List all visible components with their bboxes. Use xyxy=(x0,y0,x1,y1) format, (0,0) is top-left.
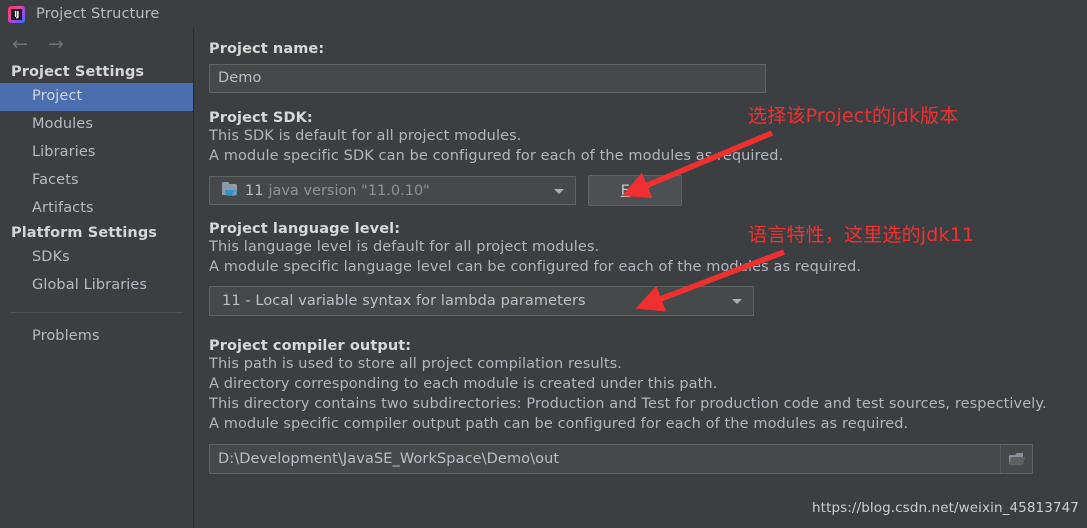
navigation-buttons: ← → xyxy=(0,28,193,62)
watermark-url: https://blog.csdn.net/weixin_45813747 xyxy=(812,500,1079,516)
sidebar-item-modules[interactable]: Modules xyxy=(0,111,193,139)
sidebar-item-artifacts[interactable]: Artifacts xyxy=(0,195,193,223)
back-arrow-icon[interactable]: ← xyxy=(9,34,31,56)
compiler-output-description-line-4: A module specific compiler output path c… xyxy=(209,416,909,432)
project-sdk-row: 11 java version "11.0.10" Edit xyxy=(209,175,1069,206)
sdk-version-label: 11 xyxy=(245,182,264,199)
settings-sidebar: ← → Project Settings Project Modules Lib… xyxy=(0,28,194,528)
compiler-output-description-line-1: This path is used to store all project c… xyxy=(209,356,623,372)
sidebar-item-libraries[interactable]: Libraries xyxy=(0,139,193,167)
edit-button-rest: dit xyxy=(630,182,650,199)
language-level-value: 11 - Local variable syntax for lambda pa… xyxy=(222,293,586,309)
folder-open-icon xyxy=(1008,453,1026,465)
project-sdk-dropdown[interactable]: 11 java version "11.0.10" xyxy=(209,176,576,205)
annotation-sdk-text: 选择该Project的jdk版本 xyxy=(748,105,959,127)
jdk-folder-icon xyxy=(222,182,239,198)
compiler-output-path-input[interactable]: D:\Development\JavaSE_WorkSpace\Demo\out xyxy=(209,444,1033,474)
window-title: Project Structure xyxy=(36,6,160,22)
project-sdk-description-line-2: A module specific SDK can be configured … xyxy=(209,148,784,164)
sidebar-item-global-libraries[interactable]: Global Libraries xyxy=(0,272,193,300)
browse-folder-button[interactable] xyxy=(1000,445,1032,473)
language-level-description-line-2: A module specific language level can be … xyxy=(209,259,862,275)
language-level-dropdown[interactable]: 11 - Local variable syntax for lambda pa… xyxy=(209,286,754,316)
project-sdk-description-line-1: This SDK is default for all project modu… xyxy=(209,128,522,144)
title-bar: IJ Project Structure xyxy=(0,0,1087,28)
sidebar-group-project-settings: Project Settings xyxy=(11,64,145,80)
edit-button-mnemonic: E xyxy=(620,182,631,199)
sidebar-group-platform-settings: Platform Settings xyxy=(11,225,158,241)
sidebar-item-problems[interactable]: Problems xyxy=(0,323,193,351)
compiler-output-label: Project compiler output: xyxy=(209,338,412,354)
logo-text: IJ xyxy=(11,8,22,20)
chevron-down-icon[interactable] xyxy=(732,299,742,304)
project-name-label: Project name: xyxy=(209,41,325,57)
intellij-idea-logo-icon: IJ xyxy=(8,5,25,23)
annotation-language-level-text: 语言特性，这里选的jdk11 xyxy=(748,224,975,246)
sidebar-item-sdks[interactable]: SDKs xyxy=(0,244,193,272)
edit-sdk-button[interactable]: Edit xyxy=(588,175,682,206)
sidebar-item-facets[interactable]: Facets xyxy=(0,167,193,195)
sidebar-item-project[interactable]: Project xyxy=(0,83,193,111)
chevron-down-icon[interactable] xyxy=(554,188,564,194)
project-name-input[interactable]: Demo xyxy=(209,64,766,93)
sidebar-divider xyxy=(10,312,183,313)
compiler-output-description-line-2: A directory corresponding to each module… xyxy=(209,376,718,392)
compiler-output-path-field[interactable]: D:\Development\JavaSE_WorkSpace\Demo\out xyxy=(209,444,1033,474)
project-structure-dialog: IJ Project Structure ← → Project Setting… xyxy=(0,0,1087,528)
sdk-description-label: java version "11.0.10" xyxy=(268,182,430,199)
forward-arrow-icon[interactable]: → xyxy=(45,34,67,56)
compiler-output-description-line-3: This directory contains two subdirectori… xyxy=(209,396,1047,412)
